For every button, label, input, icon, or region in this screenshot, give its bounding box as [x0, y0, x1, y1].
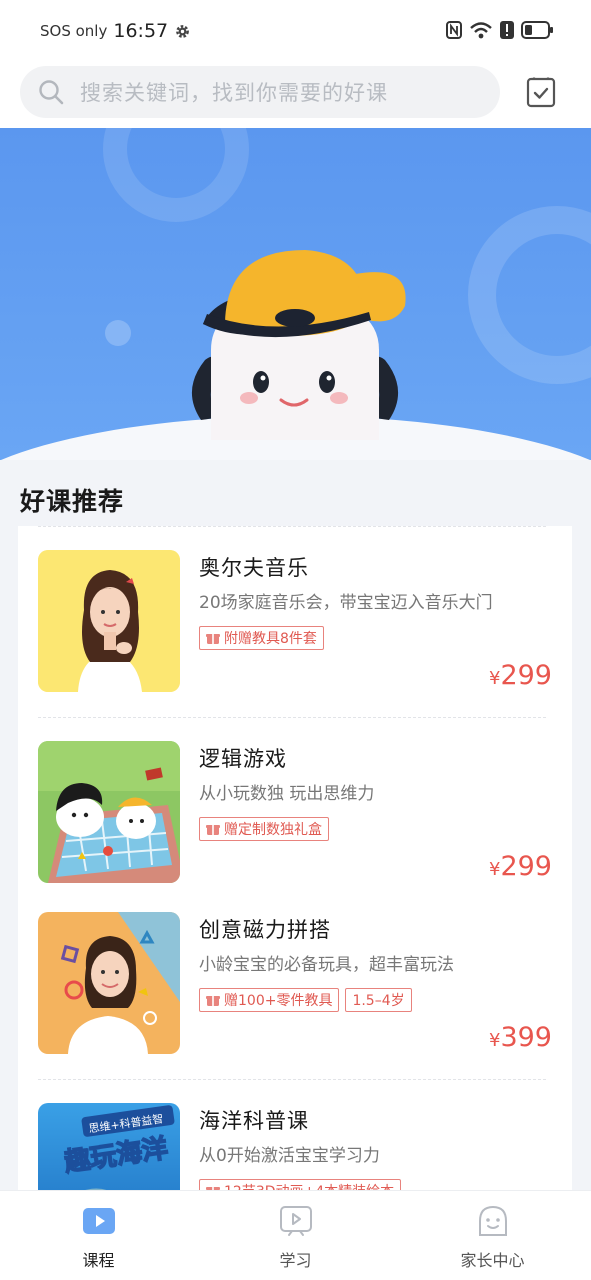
gift-icon — [206, 996, 220, 1006]
carrier-text: SOS only — [40, 22, 108, 40]
tag-label: 1.5–4岁 — [352, 993, 405, 1009]
course-description: 从0开始激活宝宝学习力 — [199, 1146, 380, 1166]
section-title: 好课推荐 — [20, 487, 125, 516]
course-title: 创意磁力拼搭 — [199, 918, 331, 942]
course-item-magnetic-blocks[interactable]: 创意磁力拼搭 小龄宝宝的必备玩具，超丰富玩法 赠100+零件教具 1.5–4岁 … — [18, 888, 572, 1080]
nav-tab-parent-center[interactable]: 家长中心 — [394, 1191, 591, 1280]
course-thumbnail — [38, 550, 180, 692]
course-description: 从小玩数独 玩出思维力 — [199, 784, 375, 804]
tag-label: 附赠教具8件套 — [224, 631, 317, 647]
course-thumbnail — [38, 741, 180, 883]
course-list: 奥尔夫音乐 20场家庭音乐会，带宝宝迈入音乐大门 附赠教具8件套 ¥299 逻辑… — [18, 526, 572, 1226]
hero-banner[interactable] — [0, 128, 591, 460]
course-description: 20场家庭音乐会，带宝宝迈入音乐大门 — [199, 593, 493, 613]
nav-label: 课程 — [82, 1251, 115, 1270]
course-title: 奥尔夫音乐 — [199, 556, 309, 580]
course-description: 小龄宝宝的必备玩具，超丰富玩法 — [199, 955, 454, 975]
course-price: ¥299 — [489, 660, 552, 691]
course-title: 海洋科普课 — [199, 1109, 309, 1133]
gift-tag: 赠100+零件教具 — [199, 988, 340, 1012]
smile-face-icon — [478, 1205, 507, 1236]
battery-icon — [521, 21, 553, 39]
gear-icon — [176, 24, 189, 38]
gift-icon — [206, 634, 220, 644]
search-header: 搜索关键词，找到你需要的好课 — [0, 62, 591, 128]
decor-ring — [468, 206, 591, 384]
course-thumbnail — [38, 912, 180, 1054]
gift-tag: 附赠教具8件套 — [199, 626, 324, 650]
nav-label: 家长中心 — [460, 1251, 525, 1270]
search-input[interactable]: 搜索关键词，找到你需要的好课 — [20, 66, 500, 118]
nav-tab-courses[interactable]: 课程 — [0, 1191, 197, 1280]
clock: 16:57 — [113, 20, 169, 42]
wifi-icon — [470, 22, 492, 39]
course-title: 逻辑游戏 — [199, 747, 287, 771]
nav-label: 学习 — [279, 1251, 312, 1270]
nfc-icon — [446, 21, 462, 39]
course-price: ¥299 — [489, 851, 552, 882]
play-icon — [82, 1208, 115, 1234]
checklist-icon[interactable] — [526, 76, 556, 108]
course-item-logic-game[interactable]: 逻辑游戏 从小玩数独 玩出思维力 赠定制数独礼盒 ¥299 — [18, 717, 572, 897]
decor-dot — [105, 320, 131, 346]
mascot-illustration — [191, 250, 406, 440]
search-icon — [39, 80, 64, 105]
gift-icon — [206, 825, 220, 835]
alert-icon — [500, 21, 514, 39]
age-tag: 1.5–4岁 — [345, 988, 412, 1012]
course-price: ¥399 — [489, 1022, 552, 1053]
search-placeholder: 搜索关键词，找到你需要的好课 — [80, 81, 388, 105]
status-bar: SOS only 16:57 — [0, 0, 591, 62]
gift-tag: 赠定制数独礼盒 — [199, 817, 329, 841]
course-item-orff-music[interactable]: 奥尔夫音乐 20场家庭音乐会，带宝宝迈入音乐大门 附赠教具8件套 ¥299 — [18, 526, 572, 718]
decor-ring — [103, 128, 249, 222]
bottom-nav: 课程 学习 家长中心 — [0, 1190, 591, 1280]
tv-play-icon — [279, 1206, 312, 1236]
nav-tab-learning[interactable]: 学习 — [197, 1191, 394, 1280]
tag-label: 赠100+零件教具 — [224, 993, 333, 1009]
tag-label: 赠定制数独礼盒 — [224, 822, 322, 838]
